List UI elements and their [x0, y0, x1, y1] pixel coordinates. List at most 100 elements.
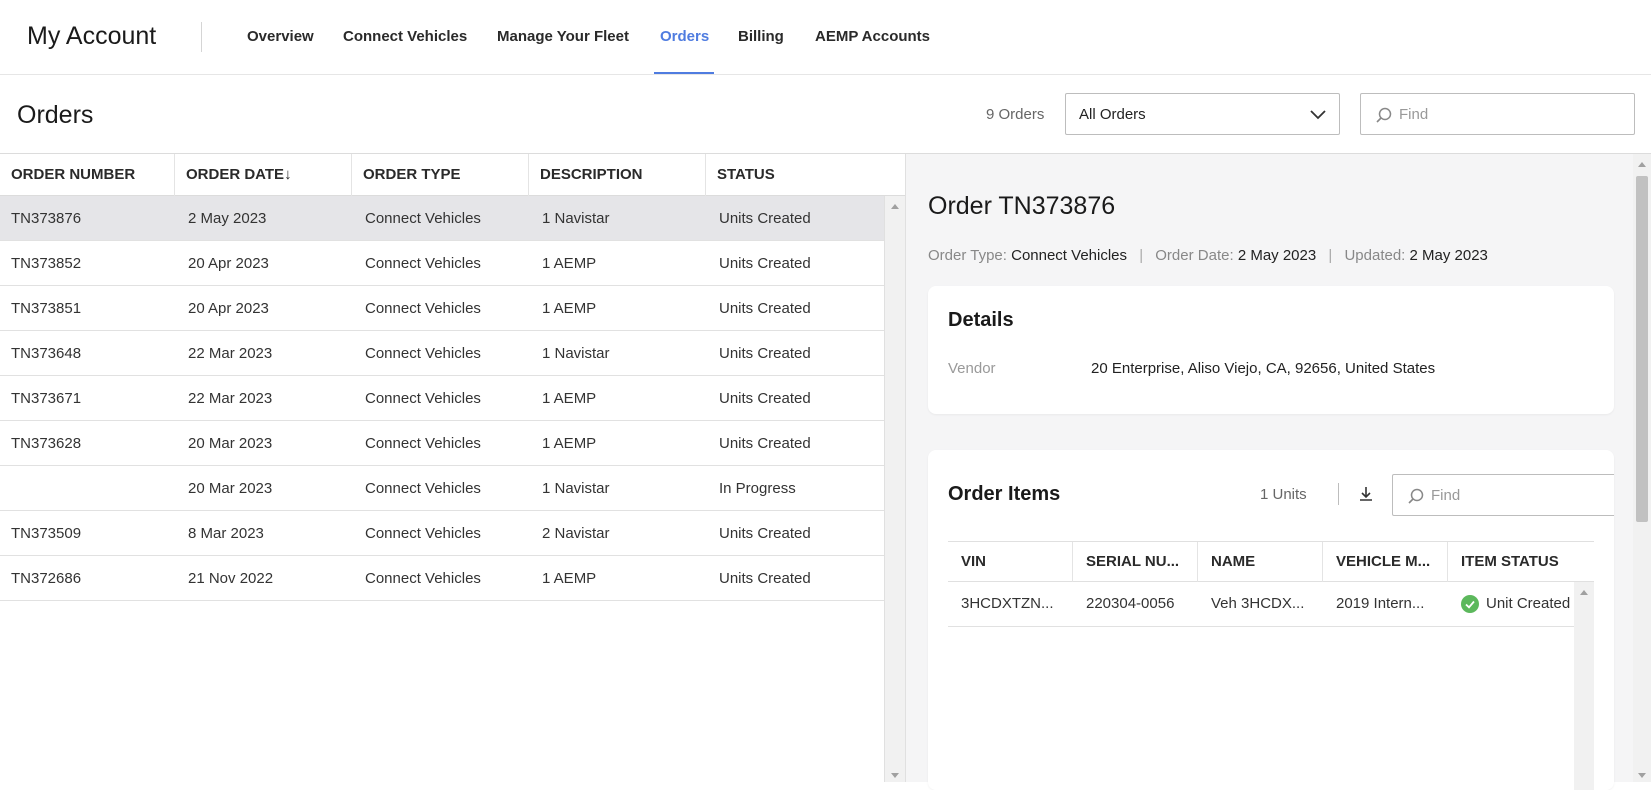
meta-separator: | [1139, 247, 1144, 264]
table-row[interactable]: TN373628 20 Mar 2023 Connect Vehicles 1 … [0, 421, 884, 466]
cell-item-status: Unit Created [1486, 595, 1571, 612]
column-order-type[interactable]: ORDER TYPE [352, 154, 529, 196]
cell-order-date: 21 Nov 2022 [188, 570, 274, 587]
cell-order-type: Connect Vehicles [365, 435, 481, 452]
table-row[interactable]: TN373648 22 Mar 2023 Connect Vehicles 1 … [0, 331, 884, 376]
table-row[interactable]: TN373876 2 May 2023 Connect Vehicles 1 N… [0, 196, 884, 241]
vendor-value: 20 Enterprise, Aliso Viejo, CA, 92656, U… [1091, 360, 1436, 377]
column-order-date-label: ORDER DATE [186, 166, 285, 183]
cell-serial-number: 220304-0056 [1086, 595, 1175, 612]
cell-order-date: 22 Mar 2023 [188, 345, 273, 362]
cell-order-type: Connect Vehicles [365, 345, 481, 362]
check-circle-icon [1461, 595, 1479, 613]
table-row[interactable]: 3HCDXTZN... 220304-0056 Veh 3HCDX... 201… [948, 582, 1574, 627]
scroll-up-arrow[interactable] [891, 204, 899, 209]
order-count: 9 Orders [986, 106, 1045, 123]
cell-description: 1 Navistar [542, 210, 610, 227]
page-scrollbar[interactable] [1633, 154, 1651, 782]
table-row[interactable]: 20 Mar 2023 Connect Vehicles 1 Navistar … [0, 466, 884, 511]
scroll-down-arrow[interactable] [1638, 773, 1646, 778]
cell-order-type: Connect Vehicles [365, 390, 481, 407]
cell-status: Units Created [719, 345, 811, 362]
cell-vehicle-model: 2019 Intern... [1336, 595, 1425, 612]
orders-search-input[interactable] [1399, 102, 1619, 126]
page-title: Orders [17, 101, 94, 129]
updated-value: 2 May 2023 [1409, 247, 1488, 264]
column-vin[interactable]: VIN [948, 542, 1073, 582]
cell-order-type: Connect Vehicles [365, 570, 481, 587]
vendor-label: Vendor [948, 360, 996, 377]
column-order-date[interactable]: ORDER DATE↓ [175, 154, 352, 196]
column-status[interactable]: STATUS [706, 154, 905, 196]
download-icon[interactable] [1357, 485, 1375, 503]
table-row[interactable]: TN373509 8 Mar 2023 Connect Vehicles 2 N… [0, 511, 884, 556]
orders-find-box[interactable] [1360, 93, 1635, 135]
order-items-header: VIN SERIAL NU... NAME VEHICLE M... ITEM … [948, 541, 1594, 582]
search-icon [1408, 488, 1424, 504]
cell-order-type: Connect Vehicles [365, 480, 481, 497]
cell-description: 1 AEMP [542, 300, 597, 317]
cell-status: Units Created [719, 390, 811, 407]
cell-order-date: 20 Mar 2023 [188, 435, 273, 452]
order-filter-select[interactable]: All Orders [1065, 93, 1340, 135]
order-type-label: Order Type: [928, 247, 1007, 264]
cell-status: Units Created [719, 525, 811, 542]
scroll-up-arrow[interactable] [1638, 162, 1646, 167]
column-vehicle-model[interactable]: VEHICLE M... [1323, 542, 1448, 582]
cell-order-date: 8 Mar 2023 [188, 525, 264, 542]
sort-descending-icon: ↓ [284, 166, 292, 183]
details-title: Details [948, 309, 1014, 331]
column-description[interactable]: DESCRIPTION [529, 154, 706, 196]
brand-divider [201, 22, 202, 52]
cell-name: Veh 3HCDX... [1211, 595, 1305, 612]
cell-description: 1 Navistar [542, 480, 610, 497]
cell-description: 2 Navistar [542, 525, 610, 542]
chevron-down-icon [1310, 110, 1326, 120]
orders-table-scrollbar[interactable] [884, 196, 905, 782]
cell-status: Units Created [719, 435, 811, 452]
cell-vin: 3HCDXTZN... [961, 595, 1054, 612]
orders-table: ORDER NUMBER ORDER DATE↓ ORDER TYPE DESC… [0, 154, 905, 782]
table-row[interactable]: TN373671 22 Mar 2023 Connect Vehicles 1 … [0, 376, 884, 421]
order-detail-title: Order TN373876 [928, 192, 1116, 220]
details-card: Details Vendor 20 Enterprise, Aliso Viej… [928, 286, 1614, 414]
cell-order-number: TN373671 [11, 390, 82, 407]
cell-description: 1 AEMP [542, 435, 597, 452]
cell-description: 1 AEMP [542, 255, 597, 272]
table-row[interactable]: TN373851 20 Apr 2023 Connect Vehicles 1 … [0, 286, 884, 331]
orders-toolbar: Orders 9 Orders All Orders [0, 75, 1651, 154]
cell-order-date: 2 May 2023 [188, 210, 267, 227]
meta-separator: | [1328, 247, 1333, 264]
order-items-scrollbar[interactable] [1574, 582, 1594, 790]
cell-order-number: TN373851 [11, 300, 82, 317]
cell-order-number: TN373628 [11, 435, 82, 452]
column-item-status[interactable]: ITEM STATUS [1448, 542, 1594, 582]
column-serial-number[interactable]: SERIAL NU... [1073, 542, 1198, 582]
order-detail-panel: Order TN373876 Order Type: Connect Vehic… [905, 154, 1633, 790]
table-row[interactable]: TN372686 21 Nov 2022 Connect Vehicles 1 … [0, 556, 884, 601]
items-search-input[interactable] [1431, 483, 1601, 507]
table-row[interactable]: TN373852 20 Apr 2023 Connect Vehicles 1 … [0, 241, 884, 286]
order-type-value: Connect Vehicles [1011, 247, 1128, 264]
column-order-number[interactable]: ORDER NUMBER [0, 154, 175, 196]
nav-manage-your-fleet[interactable]: Manage Your Fleet [497, 28, 629, 45]
nav-overview[interactable]: Overview [247, 28, 314, 45]
scrollbar-thumb[interactable] [1636, 176, 1648, 522]
scroll-down-arrow[interactable] [891, 773, 899, 778]
column-name[interactable]: NAME [1198, 542, 1323, 582]
cell-order-date: 20 Mar 2023 [188, 480, 273, 497]
nav-connect-vehicles[interactable]: Connect Vehicles [343, 28, 467, 45]
cell-status: Units Created [719, 300, 811, 317]
nav-orders[interactable]: Orders [660, 28, 709, 45]
cell-order-date: 20 Apr 2023 [188, 255, 269, 272]
items-find-box[interactable] [1392, 474, 1614, 516]
active-nav-underline [654, 72, 714, 74]
units-divider [1338, 483, 1339, 505]
order-date-label: Order Date: [1155, 247, 1234, 264]
orders-table-header: ORDER NUMBER ORDER DATE↓ ORDER TYPE DESC… [0, 154, 905, 196]
nav-aemp-accounts[interactable]: AEMP Accounts [815, 28, 930, 45]
scroll-up-arrow[interactable] [1580, 590, 1588, 595]
cell-order-number: TN373852 [11, 255, 82, 272]
nav-billing[interactable]: Billing [738, 28, 784, 45]
cell-order-number: TN373648 [11, 345, 82, 362]
